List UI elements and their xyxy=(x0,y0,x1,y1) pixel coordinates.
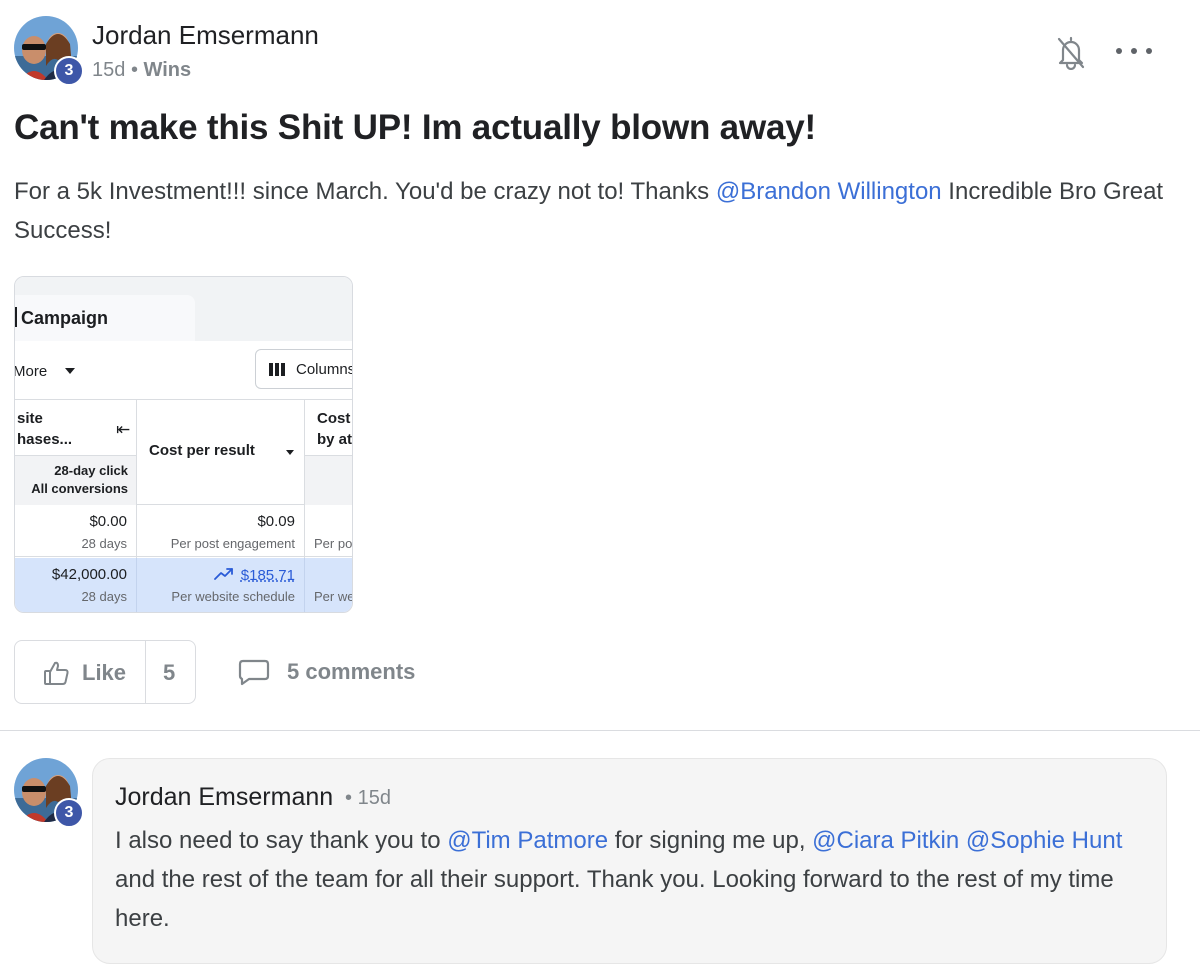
comments-count-link[interactable]: 5 comments xyxy=(287,659,415,685)
meta-separator: • xyxy=(345,787,353,809)
collapse-left-icon: ⇤ xyxy=(116,420,131,439)
image-cell-value: $0.00 xyxy=(89,513,127,530)
image-col2-caret xyxy=(286,450,294,455)
level-badge: 3 xyxy=(54,56,84,86)
commenter-name[interactable]: Jordan Emsermann xyxy=(115,783,333,812)
image-tab-edge xyxy=(15,307,17,327)
like-label: Like xyxy=(82,660,127,685)
image-tab-label: Campaign xyxy=(21,308,109,328)
section-divider xyxy=(0,730,1200,731)
comment-text-part: for signing me up, xyxy=(608,827,813,854)
image-col1-header: site hases... xyxy=(17,408,72,450)
commenter-avatar[interactable]: 3 xyxy=(14,758,84,828)
post-body: For a 5k Investment!!! since March. You'… xyxy=(14,172,1184,250)
level-badge: 3 xyxy=(54,798,84,828)
attached-image[interactable]: Campaign More Columns site hases... ⇤ 28… xyxy=(14,276,353,613)
image-col2-header: Cost per result xyxy=(149,442,255,459)
mention-link[interactable]: @Sophie Hunt xyxy=(966,827,1122,854)
image-more-caret xyxy=(65,368,75,374)
comment-meta: • 15d xyxy=(345,787,391,810)
image-cell-sub: Per post engagement xyxy=(170,536,295,551)
thumbs-up-icon xyxy=(44,661,69,685)
image-col1-header-line: hases... xyxy=(17,431,73,448)
like-count[interactable]: 5 xyxy=(163,660,175,686)
image-col3-header: Cost by at xyxy=(317,408,352,450)
more-dot xyxy=(1116,48,1122,54)
image-cell-value: $42,000.00 xyxy=(51,566,127,583)
more-dot xyxy=(1146,48,1152,54)
comment-age: 15d xyxy=(357,787,391,809)
image-col3-header-line: Cost xyxy=(317,410,351,427)
meta-separator: • xyxy=(130,59,138,81)
author-avatar[interactable]: 3 xyxy=(14,16,84,86)
columns-icon xyxy=(269,363,286,376)
image-col1-sub-line: 28-day click xyxy=(54,463,128,478)
more-horizontal-icon[interactable] xyxy=(1116,38,1152,64)
post-title: Can't make this Shit UP! Im actually blo… xyxy=(14,108,816,147)
image-cell-value: $0.09 xyxy=(257,513,295,530)
image-col1-subheader: 28-day click All conversions xyxy=(15,455,136,505)
image-columns-button: Columns xyxy=(255,349,353,389)
image-cell-sub: 28 days xyxy=(81,536,127,551)
post-body-text: For a 5k Investment!!! since March. You'… xyxy=(14,178,716,205)
like-divider xyxy=(145,641,146,703)
post-meta: 15d • Wins xyxy=(92,59,191,82)
image-more-label: More xyxy=(14,363,48,380)
image-col1-header-line: site xyxy=(17,410,43,427)
post-category[interactable]: Wins xyxy=(144,59,192,81)
image-col-divider xyxy=(304,558,305,612)
mention-link[interactable]: @Ciara Pitkin xyxy=(812,827,959,854)
comment-bubble-icon[interactable] xyxy=(238,658,270,686)
image-col3-subheader xyxy=(305,455,352,505)
comment-text-part: I also need to say thank you to xyxy=(115,827,448,854)
bell-off-icon[interactable] xyxy=(1054,34,1088,70)
image-cell-sub: Per we xyxy=(314,589,353,604)
comment-bubble: Jordan Emsermann • 15d I also need to sa… xyxy=(92,758,1167,964)
mention-link[interactable]: @Tim Patmore xyxy=(447,827,608,854)
more-dot xyxy=(1131,48,1137,54)
image-col3-header-line: by at xyxy=(317,431,353,448)
image-cell-sub: 28 days xyxy=(81,589,127,604)
image-col1-sub-line: All conversions xyxy=(31,481,128,496)
image-cell-sub: Per website schedule xyxy=(171,589,295,604)
comment-text-part: and the rest of the team for all their s… xyxy=(115,866,1114,932)
author-name[interactable]: Jordan Emsermann xyxy=(92,20,319,51)
post-age: 15d xyxy=(92,59,126,81)
image-columns-label: Columns xyxy=(296,361,353,378)
mention-link[interactable]: @Brandon Willington xyxy=(716,178,942,205)
like-button[interactable]: Like 5 xyxy=(14,640,196,704)
comment-text: I also need to say thank you to @Tim Pat… xyxy=(115,821,1145,938)
comment-text-part xyxy=(959,827,966,854)
image-cell-sub: Per po xyxy=(314,536,353,551)
image-cell-value-link: $185.71 xyxy=(240,567,295,584)
